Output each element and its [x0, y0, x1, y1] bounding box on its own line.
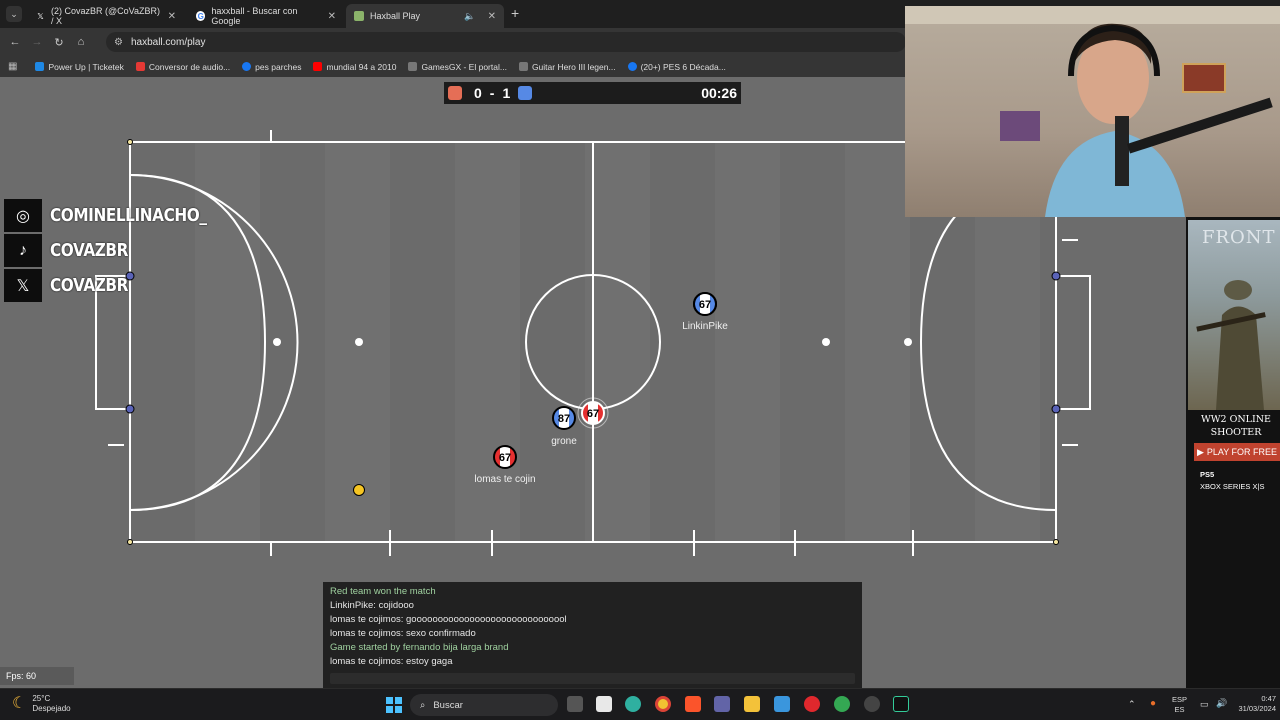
player-avatar: 67 — [499, 452, 511, 464]
chat-message: lomas te cojimos: gooooooooooooooooooooo… — [330, 614, 567, 625]
language-indicator[interactable]: ESP ES — [1172, 695, 1187, 715]
red-score: 0 — [474, 85, 482, 101]
goal-post — [1051, 404, 1061, 414]
x-logo-icon: 𝕏 — [4, 269, 42, 302]
opera-icon[interactable] — [804, 696, 820, 712]
ad-image: FRONT — [1188, 220, 1280, 410]
clock-time: 0:47 — [1261, 694, 1276, 703]
goal-post — [125, 404, 135, 414]
social-row: ♪ COVAZBR — [4, 233, 234, 268]
moon-icon: ☾ — [12, 695, 27, 712]
social-row: ◎ COMINELLINACHO_ — [4, 198, 234, 233]
player-disc-red-controlled: 67 — [577, 397, 609, 429]
volume-icon[interactable]: 🔊 — [1216, 698, 1227, 708]
search-icon: ⌕ — [420, 699, 426, 711]
edge-icon[interactable] — [625, 696, 641, 712]
windows-taskbar: ☾ 25°C Despejado ⌕ Buscar ⌃ ● ESP ES ▭ 🔊… — [0, 688, 1280, 720]
play-for-free-button[interactable]: ▶ PLAY FOR FREE — [1194, 443, 1280, 461]
chrome-active-icon[interactable] — [834, 696, 850, 712]
app-icon[interactable] — [864, 696, 880, 712]
tiktok-handle: COVAZBR — [50, 240, 129, 261]
clock-date: 31/03/2024 — [1238, 704, 1276, 713]
teams-icon[interactable] — [714, 696, 730, 712]
match-timer: 00:26 — [701, 85, 737, 101]
goal-post — [1051, 271, 1061, 281]
chat-panel: Red team won the match LinkinPike: cojid… — [323, 582, 862, 688]
player-avatar: 87 — [558, 413, 570, 425]
photos-icon[interactable] — [774, 696, 790, 712]
network-icon[interactable]: ▭ — [1200, 699, 1209, 709]
player-avatar: 67 — [699, 299, 711, 311]
tray-chevron-icon[interactable]: ⌃ — [1128, 699, 1136, 709]
play-icon: ▶ — [1196, 446, 1204, 457]
player-name: lomas te cojin — [474, 474, 535, 485]
ps5-label: PS5 — [1200, 470, 1215, 479]
terminal-icon[interactable] — [893, 696, 909, 712]
weather-desc: Despejado — [32, 704, 71, 713]
weather-temp: 25°C — [32, 694, 51, 703]
player-disc-red: 67 — [493, 445, 517, 469]
player-avatar: 67 — [587, 408, 599, 420]
side-advertisement[interactable]: FRONT WW2 ONLINE SHOOTER ▶ PLAY FOR FREE… — [1186, 217, 1280, 688]
player-disc-blue: 67 — [693, 292, 717, 316]
chat-message-system: Red team won the match — [330, 586, 436, 597]
brave-icon[interactable] — [685, 696, 701, 712]
chrome-icon[interactable] — [655, 696, 671, 712]
ad-text: WW2 ONLINE SHOOTER — [1200, 414, 1271, 438]
scoreboard: 0 - 1 00:26 — [444, 82, 741, 104]
player-name: LinkinPike — [682, 321, 728, 332]
x-handle: COVAZBR — [50, 275, 129, 296]
windows-start-icon[interactable] — [386, 697, 402, 713]
chat-message: lomas te cojimos: sexo confirmado — [330, 628, 476, 639]
chat-message: LinkinPike: cojidooo — [330, 600, 414, 611]
file-explorer-icon[interactable] — [744, 696, 760, 712]
xbox-label: XBOX SERIES X|S — [1200, 482, 1265, 491]
microphone-icon[interactable]: ● — [1150, 699, 1156, 709]
blue-score: 1 — [502, 85, 511, 101]
red-team-indicator — [448, 86, 462, 100]
search-placeholder: Buscar — [433, 699, 463, 711]
tiktok-icon: ♪ — [4, 234, 42, 267]
blue-team-indicator — [518, 86, 533, 100]
chat-input[interactable] — [330, 673, 855, 684]
chat-message-system: Game started by fernando bija larga bran… — [330, 642, 509, 653]
webcam-streamer-image — [905, 6, 1280, 217]
player-name: grone — [551, 436, 577, 447]
player-disc-blue: 87 — [552, 406, 576, 430]
right-goal — [1056, 275, 1091, 410]
social-row: 𝕏 COVAZBR — [4, 268, 234, 303]
store-icon[interactable] — [596, 696, 612, 712]
webcam-overlay — [905, 6, 1280, 217]
ad-platforms: PS5 XBOX SERIES X|S — [1200, 469, 1264, 493]
instagram-handle: COMINELLINACHO_ — [50, 205, 207, 226]
stream-social-overlay: ◎ COMINELLINACHO_ ♪ COVAZBR 𝕏 COVAZBR — [4, 198, 234, 303]
chat-message: lomas te cojimos: estoy gaga — [330, 656, 453, 667]
task-view-icon[interactable] — [567, 696, 583, 712]
ball — [353, 484, 365, 496]
taskbar-search[interactable]: ⌕ Buscar — [410, 694, 558, 716]
instagram-icon: ◎ — [4, 199, 42, 232]
clock[interactable]: 0:47 31/03/2024 — [1236, 694, 1276, 714]
score-separator: - — [489, 85, 495, 101]
weather-widget[interactable]: ☾ 25°C Despejado — [12, 694, 71, 714]
fps-counter: Fps: 60 — [0, 667, 74, 685]
